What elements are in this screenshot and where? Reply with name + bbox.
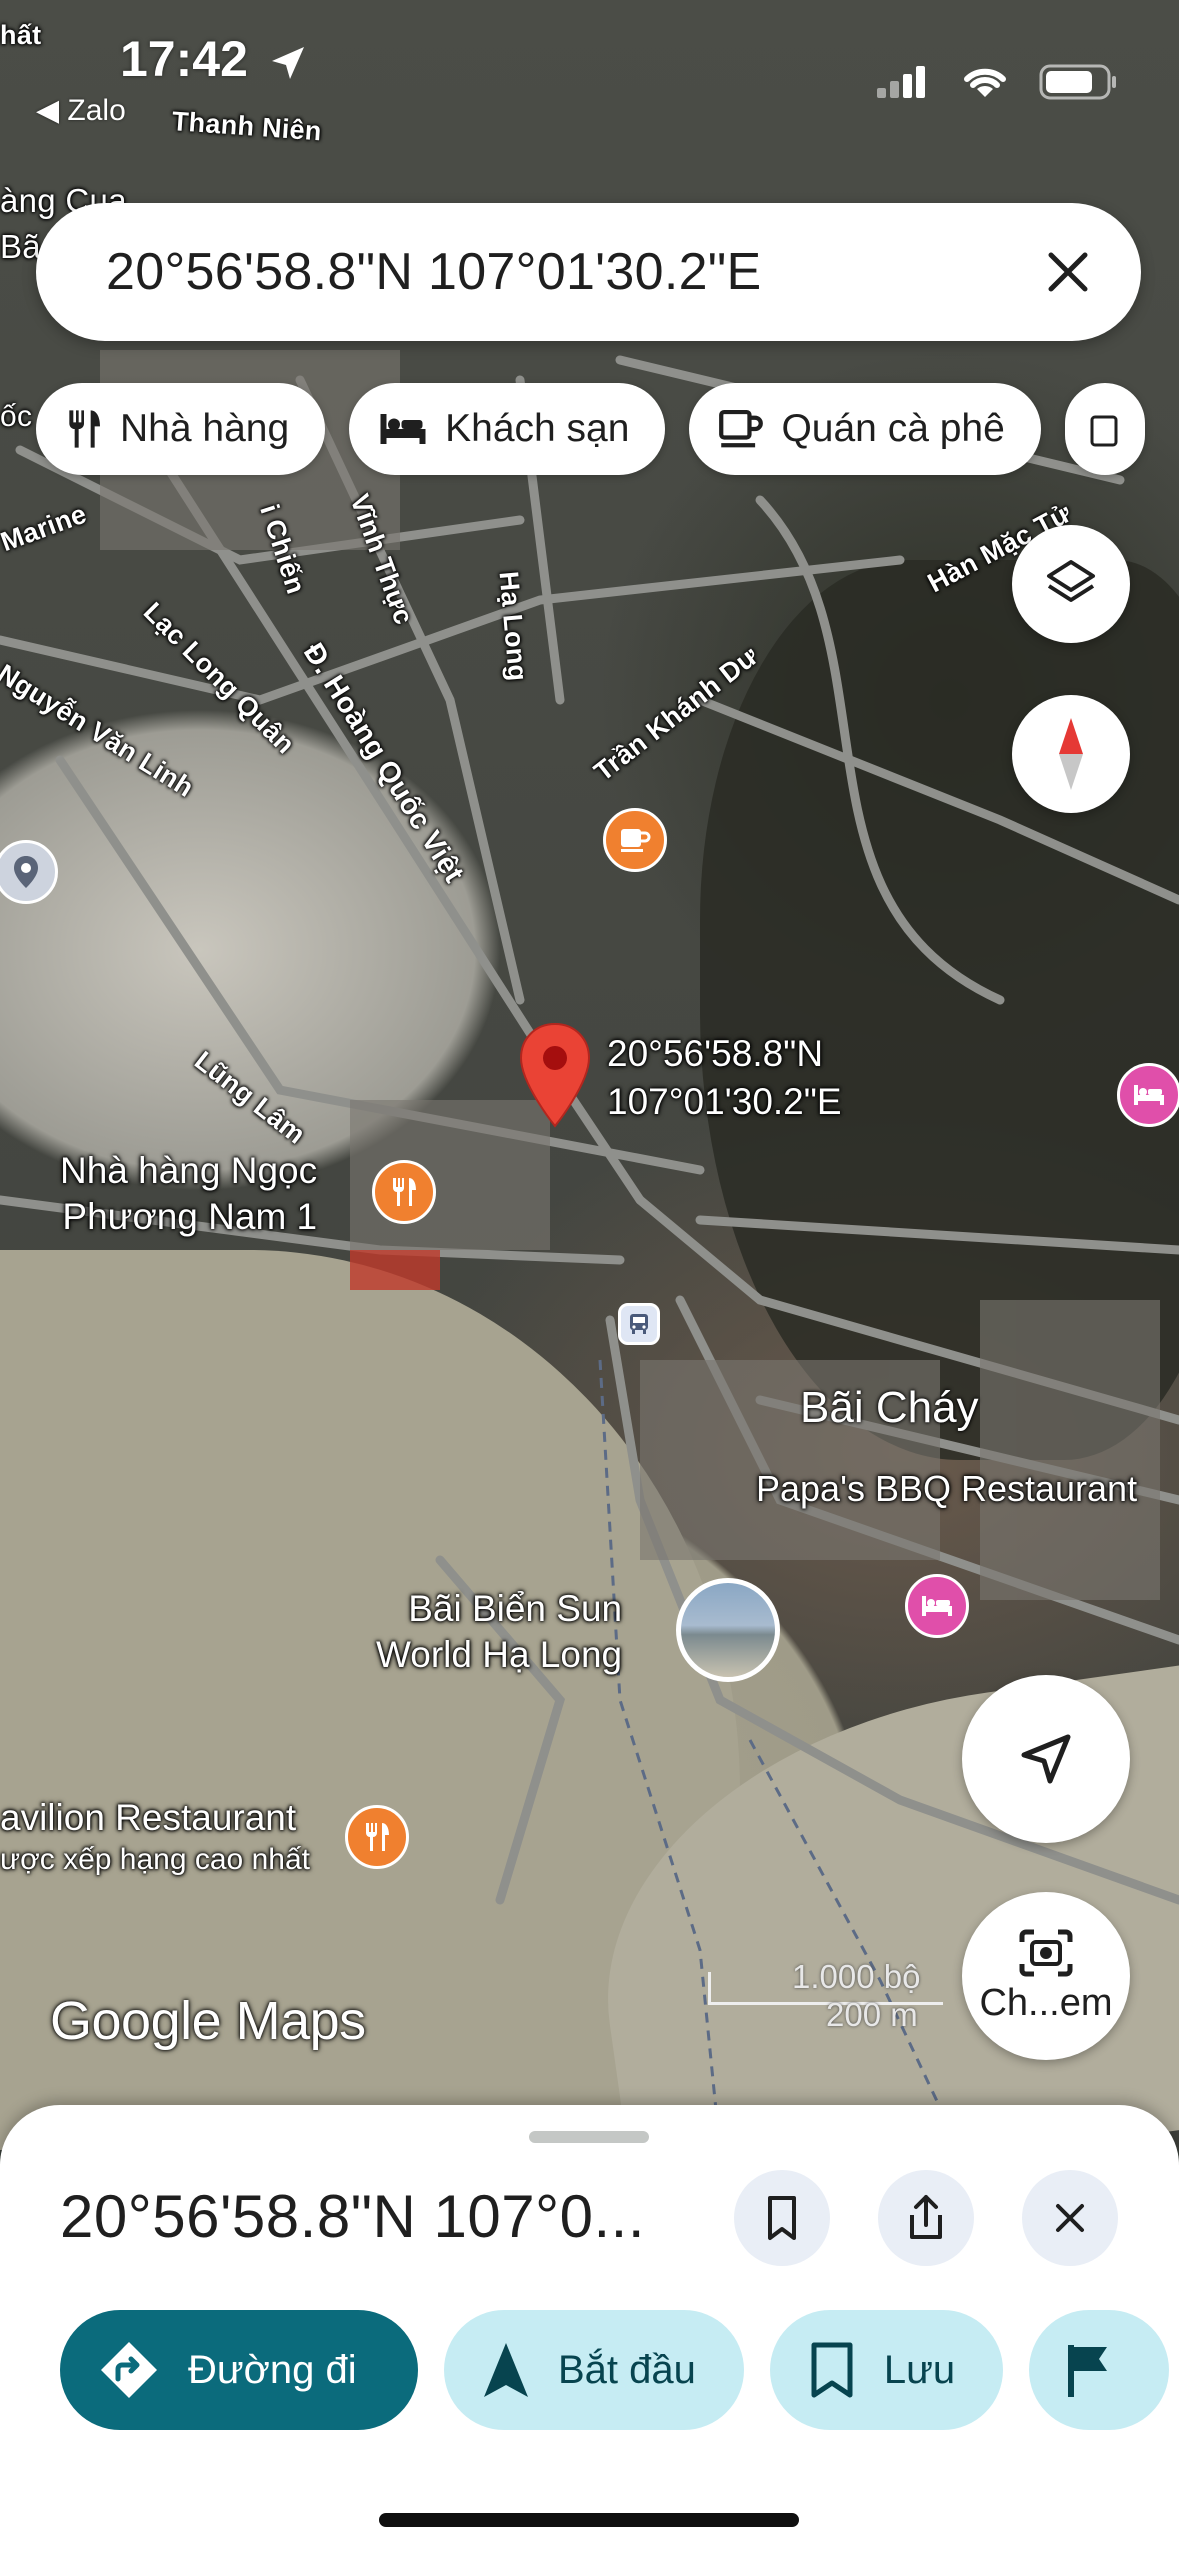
battery-icon <box>1039 64 1116 100</box>
scale-label: 1.000 bộ 200 m <box>708 1958 920 2034</box>
place-bottom-sheet[interactable]: 20°56'58.8"N 107°0... Đường đi Bắt đầu L… <box>0 2105 1179 2556</box>
poi-label-line: Nhà hàng Ngọc <box>60 1150 318 1191</box>
coffee-cup-icon <box>621 829 651 852</box>
close-sheet-button[interactable] <box>1022 2170 1118 2266</box>
directions-icon <box>101 2342 157 2398</box>
share-icon <box>910 2195 942 2239</box>
poi-label-line: avilion Restaurant <box>0 1797 297 1838</box>
navigation-icon <box>484 2343 528 2397</box>
chip-restaurants[interactable]: Nhà hàng <box>36 383 326 475</box>
flag-icon <box>1068 2345 1108 2397</box>
poi-label[interactable]: Nhà hàng Ngọc Phương Nam 1 <box>60 1148 317 1241</box>
coffee-cup-icon <box>719 409 764 448</box>
fork-knife-icon <box>69 410 100 448</box>
status-icons <box>875 62 1119 102</box>
area-label: Bãi Cháy <box>800 1383 979 1432</box>
photo-poi-marker[interactable] <box>676 1578 780 1682</box>
save-button[interactable]: Lưu <box>769 2310 1004 2430</box>
shopping-bag-icon <box>1090 415 1118 447</box>
bed-icon <box>380 414 426 444</box>
chip-label: Quán cà phê <box>781 407 1005 450</box>
share-button[interactable] <box>878 2170 974 2266</box>
navigation-arrow-icon <box>1021 1734 1071 1784</box>
cellular-signal-icon <box>877 66 925 98</box>
chip-label: Nhà hàng <box>120 407 290 450</box>
back-to-app-link[interactable]: ◀ Zalo <box>36 93 126 128</box>
lens-button-label: Ch...em <box>979 1981 1113 2024</box>
scale-top-label: 1.000 bộ <box>792 1958 921 1995</box>
poi-label-line: World Hạ Long <box>376 1634 623 1676</box>
dropped-pin-icon[interactable] <box>515 1020 595 1130</box>
bookmark-button[interactable] <box>734 2170 830 2266</box>
compass-icon <box>1059 718 1083 790</box>
pin-icon <box>14 856 38 888</box>
google-maps-logo: Google Maps <box>50 1991 366 2051</box>
restaurant-poi-marker[interactable] <box>345 1805 409 1869</box>
start-label: Bắt đầu <box>558 2347 696 2392</box>
poi-label-line: Phương Nam 1 <box>62 1196 318 1238</box>
poi-label[interactable]: Papa's BBQ Restaurant <box>756 1466 1137 1511</box>
chip-hotels[interactable]: Khách sạn <box>349 383 666 475</box>
pin-label-line: 20°56'58.8"N <box>607 1033 824 1074</box>
bus-stop-marker[interactable] <box>618 1303 660 1345</box>
action-buttons: Đường đi Bắt đầu Lưu <box>60 2310 1170 2430</box>
layers-icon <box>1047 560 1095 602</box>
wifi-icon <box>964 68 1006 97</box>
restaurant-poi-marker[interactable] <box>372 1160 436 1224</box>
hotel-poi-marker[interactable] <box>1117 1063 1179 1127</box>
pin-coordinates-label: 20°56'58.8"N 107°01'30.2"E <box>607 1030 842 1126</box>
lens-button[interactable]: Ch...em <box>962 1892 1130 2060</box>
bookmark-icon <box>768 2196 796 2240</box>
location-arrow-icon <box>271 46 304 79</box>
save-label: Lưu <box>883 2347 956 2392</box>
label-button[interactable] <box>1029 2310 1170 2430</box>
home-indicator[interactable] <box>379 2513 799 2527</box>
bus-icon <box>630 1314 648 1334</box>
status-time-text: 17:42 <box>120 31 248 87</box>
poi-label[interactable]: Bãi Biển Sun World Hạ Long <box>376 1586 622 1679</box>
layers-button[interactable] <box>1012 525 1130 643</box>
poi-label[interactable]: avilion Restaurant ược xếp hạng cao nhất <box>0 1795 310 1879</box>
close-icon <box>1056 2204 1084 2232</box>
bed-icon <box>922 1596 952 1616</box>
poi-label-line: Bãi Biển Sun <box>408 1588 623 1629</box>
coffee-poi-marker[interactable] <box>603 808 667 872</box>
sheet-drag-handle[interactable] <box>529 2131 649 2143</box>
street-label: ốc <box>0 400 33 433</box>
chip-more[interactable] <box>1064 383 1145 475</box>
hotel-poi-marker[interactable] <box>905 1574 969 1638</box>
scale-bottom-label: 200 m <box>826 1996 918 2033</box>
poi-label-line: ược xếp hạng cao nhất <box>0 1843 310 1877</box>
search-bar[interactable]: 20°56'58.8"N 107°01'30.2"E <box>36 203 1141 341</box>
status-bar: 17:42 ◀ Zalo <box>0 0 1179 127</box>
status-time: 17:42 <box>120 30 308 88</box>
street-label: Bã <box>0 228 41 265</box>
compass-button[interactable] <box>1012 695 1130 813</box>
category-chips: Nhà hàng Khách sạn Quán cà phê <box>36 383 1145 475</box>
camera-lens-icon <box>1019 1929 1073 1976</box>
fork-knife-icon <box>366 1823 389 1851</box>
bed-icon <box>1134 1085 1164 1105</box>
pin-label-line: 107°01'30.2"E <box>607 1081 842 1123</box>
chip-coffee[interactable]: Quán cà phê <box>689 383 1041 475</box>
bookmark-icon <box>811 2342 853 2398</box>
chip-label: Khách sạn <box>445 407 630 450</box>
close-icon[interactable] <box>1039 243 1097 301</box>
my-location-button[interactable] <box>962 1675 1130 1843</box>
fork-knife-icon <box>393 1178 416 1206</box>
directions-button[interactable]: Đường đi <box>60 2310 418 2430</box>
search-query[interactable]: 20°56'58.8"N 107°01'30.2"E <box>106 242 762 302</box>
directions-label: Đường đi <box>188 2347 357 2392</box>
start-navigation-button[interactable]: Bắt đầu <box>444 2310 744 2430</box>
place-title: 20°56'58.8"N 107°0... <box>60 2183 645 2250</box>
